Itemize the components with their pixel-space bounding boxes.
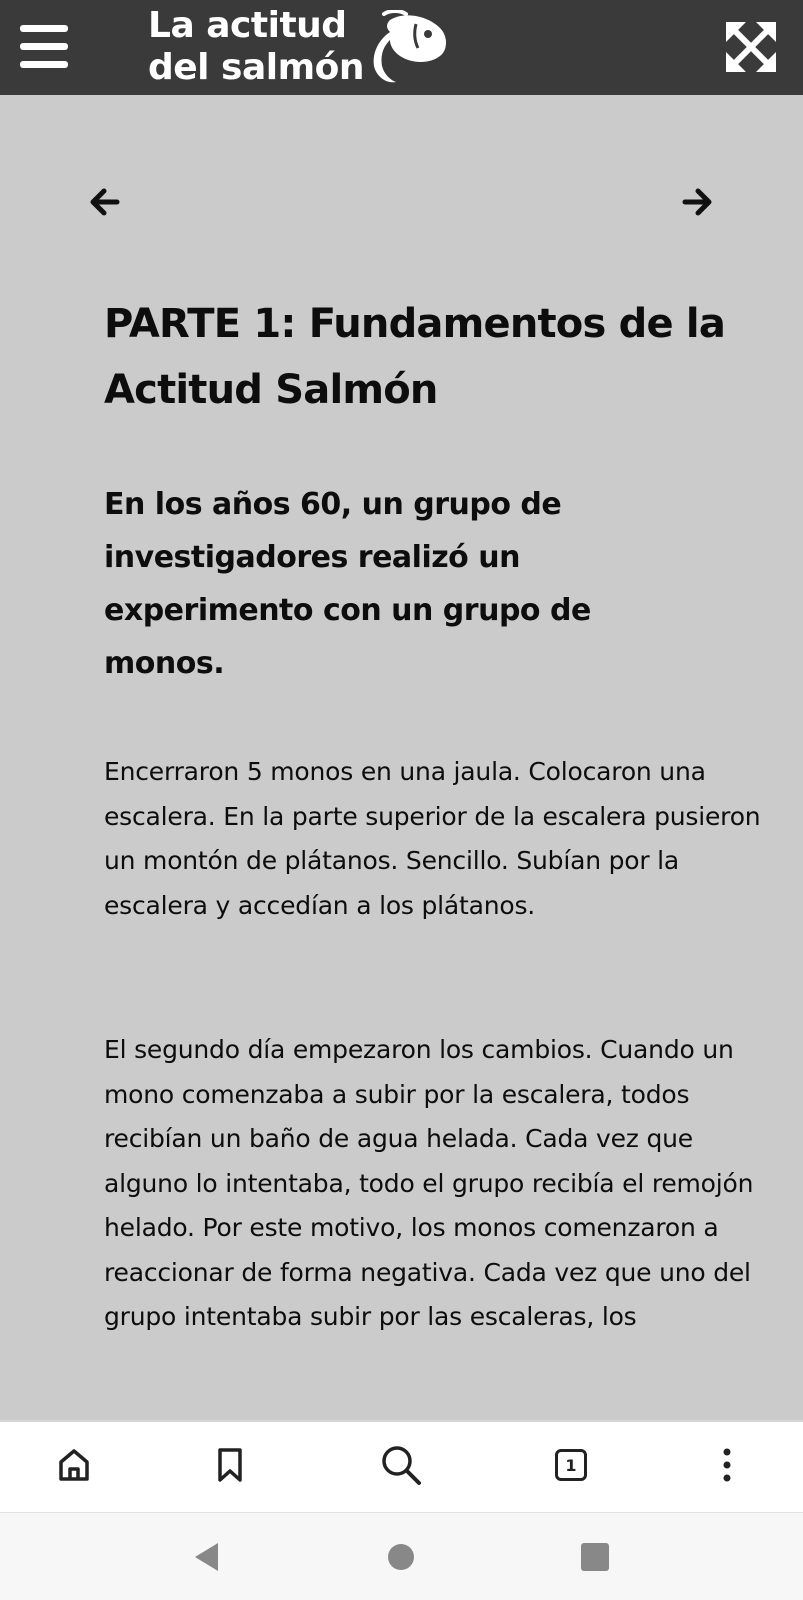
bookmark-icon <box>218 1448 242 1482</box>
tabs-button[interactable]: 1 <box>546 1440 596 1490</box>
home-button[interactable] <box>49 1440 99 1490</box>
browser-toolbar: 1 <box>0 1420 803 1512</box>
arrow-left-icon[interactable] <box>88 185 122 219</box>
more-vertical-icon <box>723 1448 731 1482</box>
app-screen: La actitud del salmón PARTE 1: Fundament… <box>0 0 803 1600</box>
expand-arrows-icon[interactable] <box>724 20 778 74</box>
search-button[interactable] <box>376 1440 426 1490</box>
home-icon <box>59 1449 89 1481</box>
bookmark-button[interactable] <box>205 1440 255 1490</box>
hamburger-menu-icon[interactable] <box>20 25 70 69</box>
arrow-right-icon[interactable] <box>680 185 714 219</box>
article-paragraph: El segundo día empezaron los cambios. Cu… <box>104 1035 754 1331</box>
circle-home-icon[interactable] <box>384 1540 418 1574</box>
site-logo[interactable]: La actitud del salmón <box>148 6 458 90</box>
search-icon <box>382 1446 421 1485</box>
article-lead: En los años 60, un grupo de investigador… <box>104 487 591 681</box>
system-navigation-bar <box>0 1512 803 1600</box>
site-header: La actitud del salmón <box>0 0 803 95</box>
article-paragraph: Encerraron 5 monos en una jaula. Colocar… <box>104 757 761 920</box>
square-recents-icon[interactable] <box>578 1540 612 1574</box>
tab-count: 1 <box>555 1449 587 1481</box>
logo-text-line2: del salmón <box>148 47 365 88</box>
more-options-button[interactable] <box>702 1440 752 1490</box>
article-content: PARTE 1: Fundamentos de la Actitud Salmó… <box>0 95 803 1420</box>
triangle-back-icon[interactable] <box>190 1540 224 1574</box>
salmon-fish-icon <box>373 10 446 83</box>
article-title: PARTE 1: Fundamentos de la Actitud Salmó… <box>104 301 726 413</box>
logo-text-line1: La actitud <box>148 5 347 46</box>
